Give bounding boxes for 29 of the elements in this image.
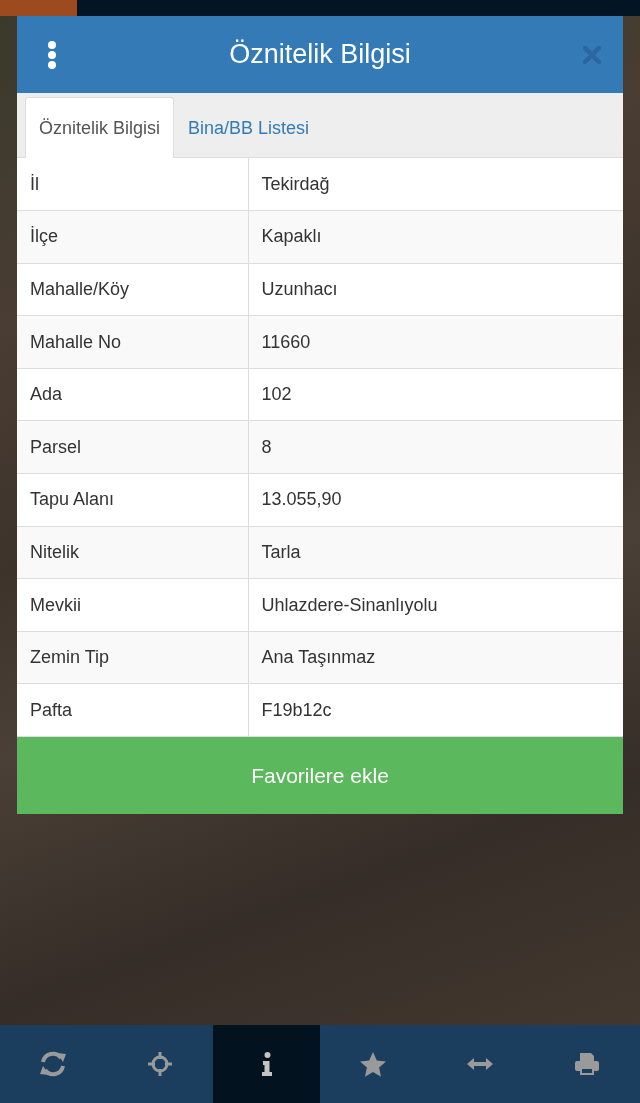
attribute-label: İl (17, 158, 248, 211)
attribute-label: Ada (17, 368, 248, 421)
attribute-label: Parsel (17, 420, 248, 474)
attribute-value: 8 (248, 420, 623, 474)
attribute-value: Ana Taşınmaz (248, 631, 623, 684)
menu-icon (47, 40, 57, 69)
tab[interactable]: Öznitelik Bilgisi (25, 97, 175, 158)
attribute-label: İlçe (17, 210, 248, 264)
attribute-label: Mahalle No (17, 315, 248, 369)
attribute-label: Zemin Tip (17, 631, 248, 684)
attribute-value: Tekirdağ (248, 158, 623, 211)
attribute-value: Tarla (248, 526, 623, 579)
attribute-value: Kapaklı (248, 210, 623, 264)
info-icon (261, 1052, 272, 1076)
crosshair-icon (148, 1052, 172, 1076)
attribute-label: Mevkii (17, 578, 248, 632)
attribute-label: Nitelik (17, 526, 248, 579)
star-icon (360, 1051, 387, 1077)
tab[interactable]: Bina/BB Listesi (174, 98, 324, 158)
attribute-label: Mahalle/Köy (17, 263, 248, 316)
attribute-value: 11660 (248, 315, 623, 369)
horizontal-arrows-icon (467, 1058, 493, 1070)
dialog-title: Öznitelik Bilgisi (228, 38, 412, 71)
refresh-icon (39, 1051, 68, 1077)
menu-button[interactable] (47, 40, 57, 69)
attribute-label: Tapu Alanı (17, 473, 248, 527)
add-to-favorites-button[interactable]: Favorilere ekle (17, 737, 623, 815)
printer-icon (574, 1053, 599, 1075)
attribute-label: Pafta (17, 683, 248, 737)
